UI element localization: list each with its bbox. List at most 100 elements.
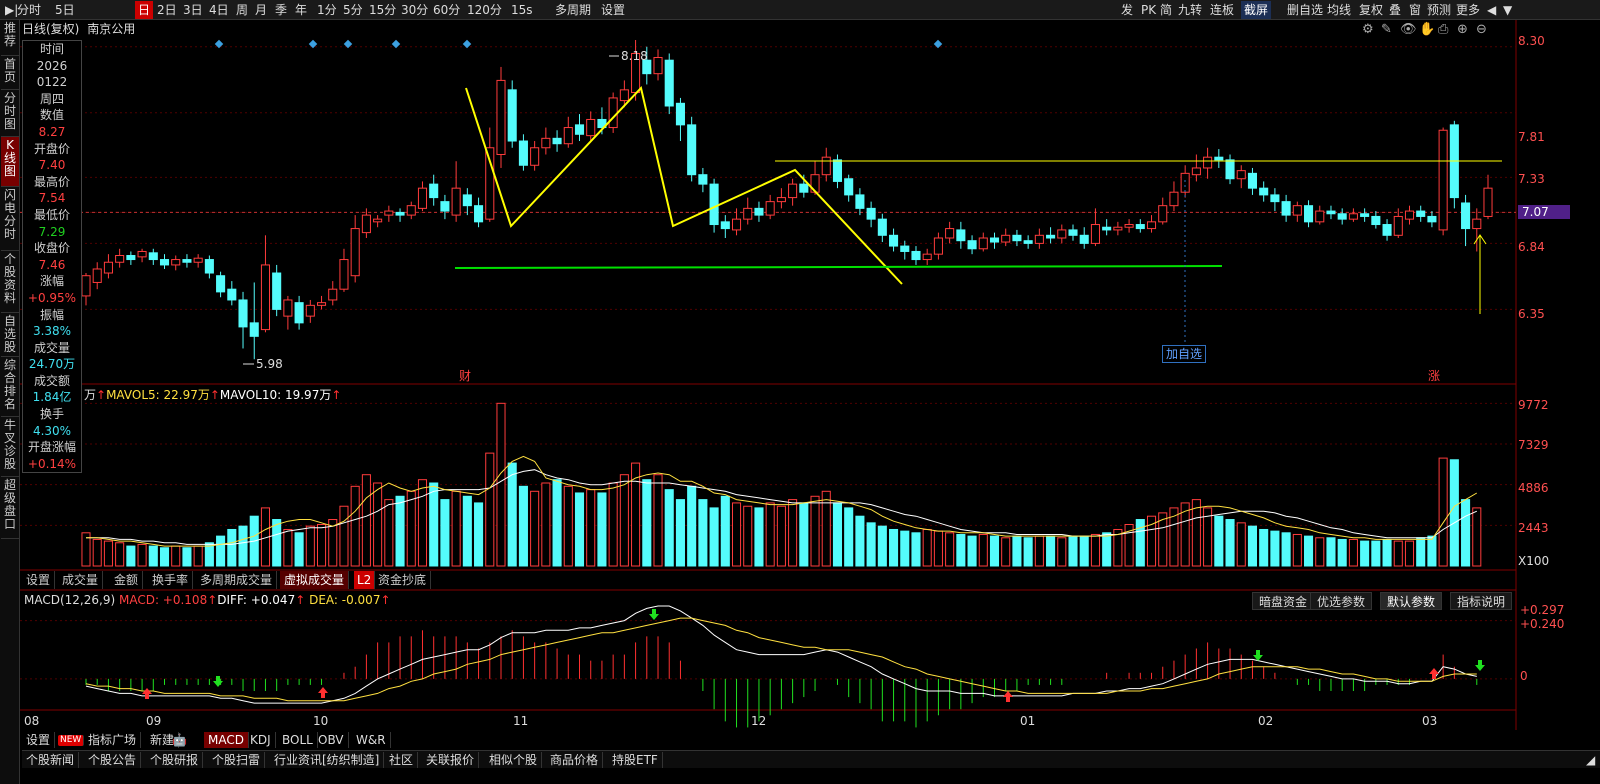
candle[interactable] [1438, 129, 1448, 231]
candle[interactable] [1225, 159, 1235, 180]
candle[interactable] [159, 259, 170, 266]
back-icon[interactable]: ◀ [1484, 1, 1499, 19]
candle[interactable] [687, 124, 697, 176]
period-6[interactable]: 周 [233, 1, 251, 19]
indicator-tab-8[interactable]: W&R [352, 732, 391, 748]
candle[interactable] [1472, 218, 1482, 230]
info-tab-0[interactable]: 个股新闻 [22, 752, 80, 768]
candle[interactable] [1348, 213, 1358, 220]
candle[interactable] [92, 268, 102, 283]
tool-8[interactable]: 复权 [1356, 1, 1386, 19]
macd-btn-2[interactable]: 默认参数 [1380, 592, 1443, 610]
tool-1[interactable]: PK [1138, 1, 1159, 19]
candle[interactable] [417, 187, 428, 209]
leftnav-1[interactable]: 首页 [1, 56, 19, 90]
info-tab-5[interactable]: 社区 [385, 752, 419, 768]
add-watch-button[interactable]: 加自选 [1162, 345, 1206, 363]
candle[interactable] [832, 159, 843, 182]
candle[interactable] [586, 118, 596, 137]
period-12[interactable]: 15分 [366, 1, 399, 19]
chart-tool-icon-0[interactable]: ⚙ [1362, 22, 1374, 37]
tool-11[interactable]: 预测 [1424, 1, 1454, 19]
indicator-tab-2[interactable]: 指标广场 [84, 732, 142, 748]
volume-tab-0[interactable]: 设置 [22, 571, 56, 589]
leftnav-5[interactable]: 个股资料 [1, 251, 19, 313]
candle[interactable] [1270, 194, 1280, 203]
candle[interactable] [518, 140, 528, 166]
macd-btn-3[interactable]: 指标说明 [1450, 592, 1513, 610]
candle[interactable] [474, 205, 484, 223]
candle[interactable] [496, 79, 506, 155]
volume-tab-4[interactable]: 多周期成交量 [196, 571, 278, 589]
candle[interactable] [799, 183, 809, 193]
candle[interactable] [776, 197, 786, 203]
indicator-tab-6[interactable]: BOLL [278, 732, 318, 748]
candle[interactable] [877, 218, 887, 236]
tool-5[interactable]: 截屏 [1241, 1, 1272, 19]
candle[interactable] [1191, 167, 1201, 176]
candle[interactable] [989, 237, 1000, 243]
candle[interactable] [305, 304, 315, 317]
info-tab-2[interactable]: 个股研报 [146, 752, 204, 768]
tool-12[interactable]: 更多 [1453, 1, 1483, 19]
candle[interactable] [1326, 210, 1336, 215]
candle[interactable] [440, 201, 450, 212]
candle[interactable] [1057, 229, 1067, 239]
candle[interactable] [844, 178, 854, 196]
candle[interactable] [81, 275, 91, 297]
info-tab-3[interactable]: 个股扫雷 [208, 752, 266, 768]
candle[interactable] [709, 183, 719, 226]
up-mark[interactable]: 涨 [1428, 368, 1440, 383]
tool-7[interactable]: 均线 [1324, 1, 1354, 19]
period-17[interactable]: 多周期 [552, 1, 594, 19]
period-9[interactable]: 年 [292, 1, 310, 19]
info-tab-9[interactable]: 持股ETF [608, 752, 663, 768]
candle[interactable] [137, 250, 147, 258]
period-8[interactable]: 季 [272, 1, 290, 19]
period-7[interactable]: 月 [252, 1, 270, 19]
info-tab-4[interactable]: 行业资讯[纺织制造] [270, 752, 385, 768]
candle[interactable] [249, 322, 259, 337]
chart-tool-icon-4[interactable]: ⎙ [1438, 22, 1449, 37]
period-13[interactable]: 30分 [398, 1, 431, 19]
period-1[interactable]: 5日 [52, 1, 78, 19]
period-0[interactable]: 分时 [14, 1, 44, 19]
candle[interactable] [1012, 234, 1022, 242]
candle[interactable] [1337, 213, 1347, 220]
volume-tab-3[interactable]: 换手率 [148, 571, 194, 589]
leftnav-2[interactable]: 分时图 [1, 90, 19, 137]
candle[interactable] [743, 207, 753, 220]
leftnav-4[interactable]: 闪电分时 [1, 187, 19, 251]
candle[interactable] [1124, 224, 1134, 228]
chart-tool-icon-3[interactable]: ✋ [1419, 21, 1435, 37]
period-18[interactable]: 设置 [598, 1, 628, 19]
candle[interactable] [720, 221, 730, 230]
macd-btn-1[interactable]: 优选参数 [1310, 592, 1373, 610]
candle[interactable] [889, 234, 899, 247]
candle[interactable] [1393, 215, 1403, 236]
candle[interactable] [1483, 187, 1493, 217]
candle[interactable] [1046, 234, 1056, 239]
candle[interactable] [1461, 202, 1471, 230]
candle[interactable] [395, 211, 405, 216]
candle[interactable] [238, 299, 248, 328]
candle[interactable] [1102, 226, 1112, 231]
candle[interactable] [1203, 156, 1213, 169]
candle[interactable] [1001, 234, 1011, 243]
candle[interactable] [1158, 205, 1168, 223]
candle[interactable] [507, 89, 517, 142]
candle[interactable] [1034, 234, 1044, 244]
candle[interactable] [541, 137, 551, 149]
candle[interactable] [204, 259, 214, 274]
candle[interactable] [361, 214, 371, 234]
candle[interactable] [1416, 210, 1426, 217]
candle[interactable] [530, 147, 540, 166]
tool-6[interactable]: 删自选 [1284, 1, 1326, 19]
candle[interactable] [1146, 221, 1157, 230]
fin-mark[interactable]: 财 [459, 369, 471, 383]
expand-icon[interactable]: ◢ [1582, 752, 1599, 768]
indicator-tab-4[interactable]: MACD [204, 732, 249, 748]
info-tab-8[interactable]: 商品价格 [546, 752, 604, 768]
candle[interactable] [911, 250, 921, 261]
candle[interactable] [373, 218, 383, 223]
